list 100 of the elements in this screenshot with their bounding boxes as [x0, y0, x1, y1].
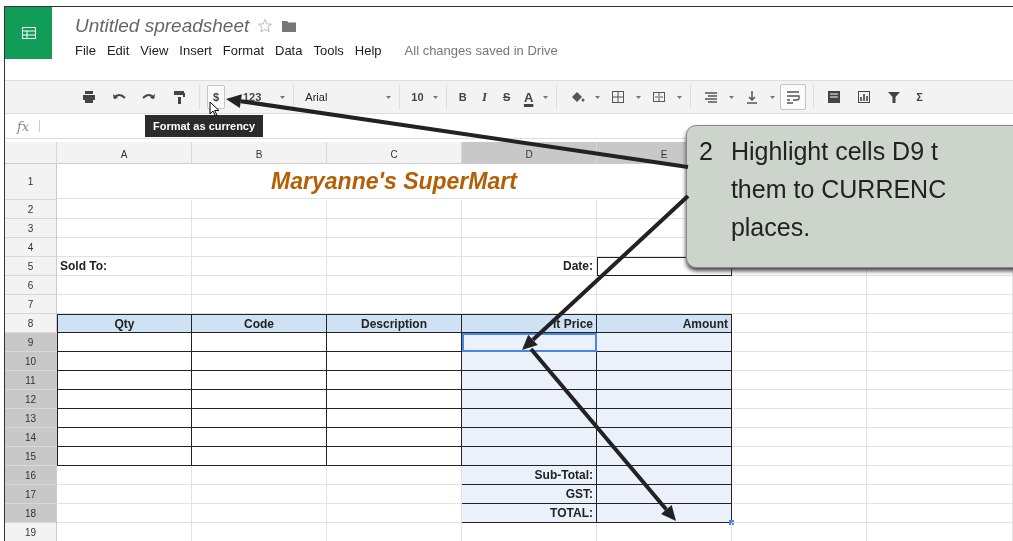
row-number[interactable]: 14	[5, 428, 57, 447]
selected-cell[interactable]	[462, 371, 597, 390]
row-number[interactable]: 5	[5, 257, 57, 276]
table-cell[interactable]: Date:	[462, 257, 597, 276]
formula-label: fx	[17, 118, 30, 134]
selected-cell[interactable]	[597, 352, 732, 371]
table-cell[interactable]	[57, 409, 192, 428]
row-number[interactable]: 8	[5, 314, 57, 333]
table-cell[interactable]	[57, 333, 192, 352]
table-cell[interactable]: Description	[327, 314, 462, 333]
row-number[interactable]: 7	[5, 295, 57, 314]
row-number[interactable]: 17	[5, 485, 57, 504]
menu-item[interactable]: File	[75, 43, 96, 58]
toolbar-button[interactable]: B	[453, 85, 472, 109]
merge-icon[interactable]	[650, 89, 667, 105]
selected-cell[interactable]	[462, 352, 597, 371]
wrap-icon[interactable]	[784, 89, 801, 105]
selected-cell[interactable]	[462, 390, 597, 409]
table-cell[interactable]: Sub-Total:	[462, 466, 597, 485]
menu-item[interactable]: Edit	[106, 43, 130, 58]
table-cell[interactable]	[192, 352, 327, 371]
table-cell[interactable]: Amount	[597, 314, 732, 333]
select-all-corner[interactable]	[5, 142, 57, 164]
sheets-logo[interactable]	[5, 7, 52, 59]
row-number[interactable]: 3	[5, 219, 57, 238]
selected-cell[interactable]	[597, 428, 732, 447]
selected-cell[interactable]	[462, 409, 597, 428]
grid-icon	[20, 25, 37, 41]
star-icon[interactable]	[257, 18, 274, 34]
row-number[interactable]: 13	[5, 409, 57, 428]
menu-item[interactable]: Help	[354, 43, 382, 58]
table-cell[interactable]	[57, 390, 192, 409]
borders-icon[interactable]	[609, 89, 626, 105]
toolbar-button[interactable]: 10	[407, 85, 428, 109]
selected-cell[interactable]	[597, 447, 732, 466]
selected-cell[interactable]	[597, 466, 732, 485]
toolbar-button[interactable]: Σ	[910, 85, 929, 109]
chart-icon[interactable]	[855, 89, 872, 105]
row-number[interactable]: 16	[5, 466, 57, 485]
selected-cell[interactable]	[597, 504, 732, 523]
toolbar-button[interactable]: S	[497, 85, 516, 109]
selected-cell[interactable]	[597, 333, 732, 352]
paint-icon[interactable]	[171, 89, 187, 105]
selected-cell[interactable]	[597, 371, 732, 390]
align-icon[interactable]	[702, 89, 719, 105]
folder-icon[interactable]	[281, 19, 298, 33]
table-cell[interactable]: Code	[192, 314, 327, 333]
row-number[interactable]: 18	[5, 504, 57, 523]
table-cell[interactable]	[57, 428, 192, 447]
callout-text: them to CURRENC	[730, 174, 947, 205]
toolbar-button[interactable]: $	[207, 85, 225, 109]
selected-cell[interactable]	[597, 485, 732, 504]
fill-handle[interactable]	[729, 520, 734, 525]
menu-item[interactable]: Tools	[313, 43, 344, 58]
column-header[interactable]: B	[192, 142, 327, 164]
table-cell[interactable]	[192, 390, 327, 409]
table-cell[interactable]	[192, 428, 327, 447]
row-number[interactable]: 10	[5, 352, 57, 371]
menu-item[interactable]: Data	[275, 43, 303, 58]
save-status: All changes saved in Drive	[404, 43, 558, 58]
comment-icon[interactable]	[825, 89, 842, 105]
selected-cell[interactable]	[597, 409, 732, 428]
toolbar-button[interactable]: 123	[239, 85, 266, 109]
table-cell[interactable]: TOTAL:	[462, 504, 597, 523]
table-cell[interactable]	[57, 371, 192, 390]
filter-icon[interactable]	[885, 89, 902, 105]
table-cell[interactable]	[192, 371, 327, 390]
row-number[interactable]: 12	[5, 390, 57, 409]
document-title[interactable]: Untitled spreadsheet	[75, 15, 250, 37]
callout-text: Highlight cells D9 t	[730, 136, 939, 167]
print-icon[interactable]	[81, 89, 97, 105]
row-number[interactable]: 9	[5, 333, 57, 352]
row-number[interactable]: 4	[5, 238, 57, 257]
table-cell[interactable]: GST:	[462, 485, 597, 504]
row-number[interactable]: 2	[5, 200, 57, 219]
row-number[interactable]: 15	[5, 447, 57, 466]
active-cell[interactable]	[462, 333, 597, 352]
selected-cell[interactable]	[462, 428, 597, 447]
table-cell[interactable]	[192, 333, 327, 352]
table-cell[interactable]: Sold To:	[57, 257, 192, 276]
selected-cell[interactable]	[597, 390, 732, 409]
menu-item[interactable]: Insert	[179, 43, 212, 58]
row-number[interactable]: 19	[5, 523, 57, 541]
table-cell[interactable]	[192, 409, 327, 428]
menu-item[interactable]: Format	[222, 43, 264, 58]
column-header[interactable]: C	[327, 142, 462, 164]
column-header[interactable]: A	[57, 142, 192, 164]
toolbar-button[interactable]: A	[519, 85, 538, 109]
table-cell[interactable]: Qty	[57, 314, 192, 333]
table-cell[interactable]	[192, 447, 327, 466]
row-number[interactable]: 1	[5, 164, 57, 200]
menu-item[interactable]: View	[140, 43, 169, 58]
toolbar-button[interactable]: Arial	[301, 85, 382, 109]
row-number[interactable]: 11	[5, 371, 57, 390]
table-cell[interactable]	[57, 352, 192, 371]
row-number[interactable]: 6	[5, 276, 57, 295]
callout-text: places.	[730, 212, 812, 243]
table-cell[interactable]	[57, 447, 192, 466]
selected-cell[interactable]	[462, 447, 597, 466]
toolbar-button[interactable]: I	[475, 85, 494, 109]
